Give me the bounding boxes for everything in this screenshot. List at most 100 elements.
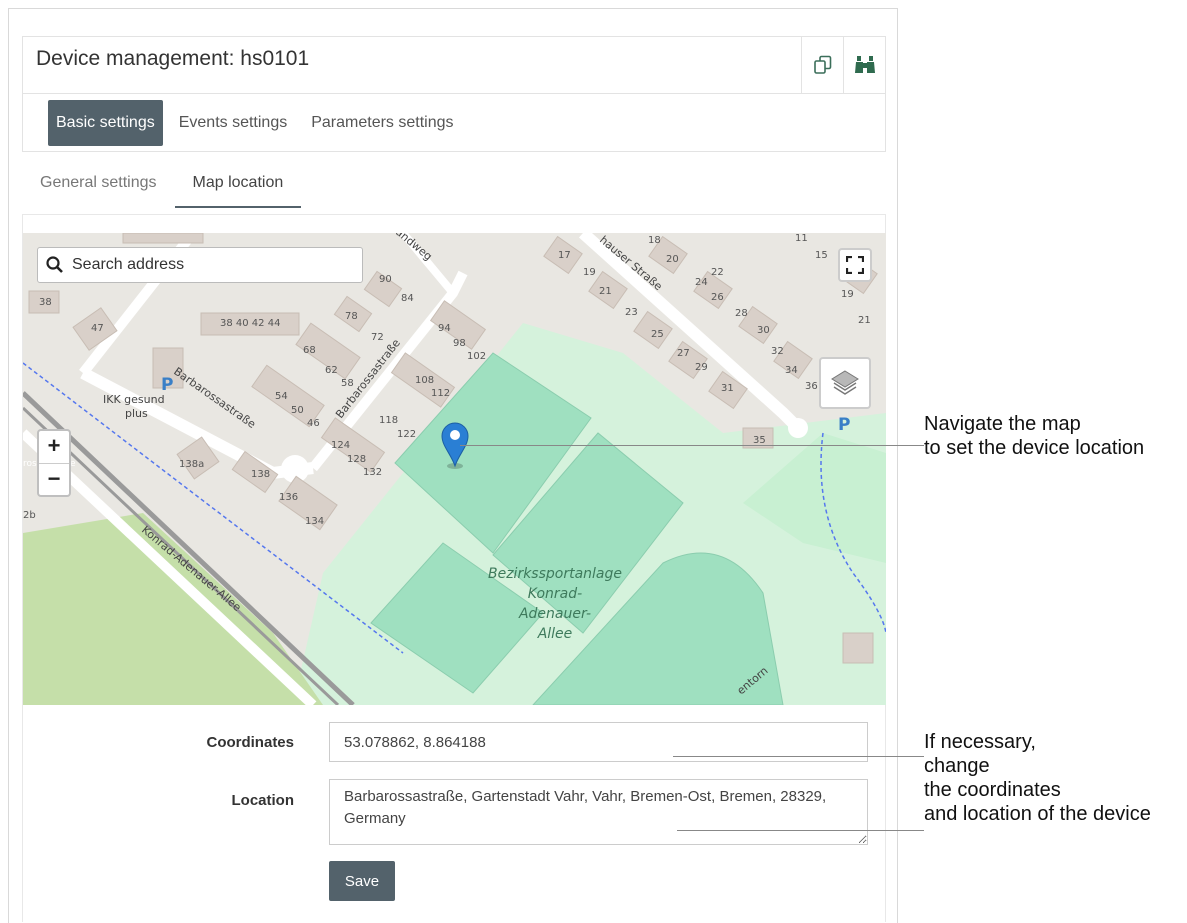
house-number: 38 40 42 44 [220,318,280,329]
fullscreen-button[interactable] [838,248,872,282]
house-number: 18 [648,235,661,246]
house-number: 20 [666,254,679,265]
house-number: 23 [625,307,638,318]
park-label: Allee [537,626,573,642]
house-number: 2b [23,510,36,521]
house-number: 22 [711,267,724,278]
house-number: 28 [735,308,748,319]
page-title: Device management: hs0101 [36,47,310,70]
parking-icon: P [838,415,850,435]
house-number: 31 [721,383,734,394]
street-label: andweg [393,233,435,263]
map-basemap[interactable]: 38 47 38 40 42 44 90 84 78 72 68 62 58 5… [23,233,886,705]
header-divider [23,93,885,94]
callout-text: change [924,755,990,777]
house-number: 30 [757,325,770,336]
sub-tabs: General settings Map location [22,162,302,208]
device-panel-header: Device management: hs0101 Basic settings… [22,36,886,152]
house-number: 34 [785,365,798,376]
house-number: 72 [371,332,384,343]
callout-map: Navigate the map to set the device locat… [924,412,1144,460]
house-number: 98 [453,338,466,349]
house-number: 25 [651,329,664,340]
tab-events-settings[interactable]: Events settings [171,100,296,146]
house-number: 102 [467,351,486,362]
house-number: 90 [379,274,392,285]
house-number: 94 [438,323,451,334]
house-number: 136 [279,492,298,503]
house-number: 108 [415,375,434,386]
callout-text: to set the device location [924,437,1145,459]
tab-map-location[interactable]: Map location [174,162,302,208]
house-number: 54 [275,391,288,402]
layers-icon [831,370,859,395]
house-number: 128 [347,454,366,465]
callout-text: Navigate the map [924,413,1081,435]
house-number: 138a [179,459,204,470]
house-number: 36 [805,381,818,392]
house-number: 124 [331,440,350,451]
house-number: 47 [91,323,104,334]
house-number: 11 [795,233,808,244]
save-button[interactable]: Save [329,861,395,901]
tab-parameters-settings[interactable]: Parameters settings [303,100,461,146]
zoom-out-button[interactable]: − [39,464,69,496]
callout-fields: If necessary, change the coordinates and… [924,730,1151,826]
find-button[interactable] [843,37,886,93]
callout-text: and location of the device [924,803,1151,825]
house-number: 134 [305,516,324,527]
search-placeholder: Search address [72,256,185,273]
zoom-in-button[interactable]: + [39,431,69,464]
house-number: 118 [379,415,398,426]
house-number: 19 [583,267,596,278]
poi-label: plus [125,407,148,420]
house-number: 46 [307,418,320,429]
house-number: 21 [599,286,612,297]
house-number: 62 [325,365,338,376]
location-label: Location [231,792,295,809]
copy-button[interactable] [801,37,844,93]
tab-basic-settings[interactable]: Basic settings [48,100,163,146]
poi-label: IKK gesund [103,393,165,406]
callout-line-location [677,830,924,831]
house-number: 19 [841,289,854,300]
map-search-box[interactable]: Search address [37,247,363,283]
search-icon [46,256,63,273]
callout-line-map [460,445,924,446]
house-number: 68 [303,345,316,356]
callout-line-coordinates [673,756,924,757]
house-number: 21 [858,315,871,326]
coordinates-label: Coordinates [206,734,294,751]
binoculars-icon [855,56,875,73]
zoom-control: + − [37,429,71,497]
fullscreen-icon [846,256,864,274]
house-number: 122 [397,429,416,440]
tab-general-settings[interactable]: General settings [22,162,175,208]
house-number: 29 [695,362,708,373]
house-number: 132 [363,467,382,478]
turning-circle [788,418,808,438]
house-number: 24 [695,277,708,288]
house-number: 32 [771,346,784,357]
park-label: Bezirkssportanlage [488,566,622,582]
house-number: 78 [345,311,358,322]
map-view[interactable]: 38 47 38 40 42 44 90 84 78 72 68 62 58 5… [23,233,886,705]
house-number: 50 [291,405,304,416]
park-label: Adenauer- [518,606,591,622]
house-number: 17 [558,250,571,261]
park-label: Konrad- [528,586,582,602]
layers-button[interactable] [819,357,871,409]
house-number: 27 [677,348,690,359]
house-number: 15 [815,250,828,261]
copy-icon [814,55,832,74]
location-textarea[interactable]: Barbarossastraße, Gartenstadt Vahr, Vahr… [329,779,868,845]
house-number: 26 [711,292,724,303]
callout-text: the coordinates [924,779,1061,801]
callout-text: If necessary, [924,731,1036,753]
house-number: 84 [401,293,414,304]
main-tabs: Basic settings Events settings Parameter… [48,100,470,146]
house-number: 112 [431,388,450,399]
parking-icon: P [161,375,173,395]
house-number: 138 [251,469,270,480]
house-number: 38 [39,297,52,308]
